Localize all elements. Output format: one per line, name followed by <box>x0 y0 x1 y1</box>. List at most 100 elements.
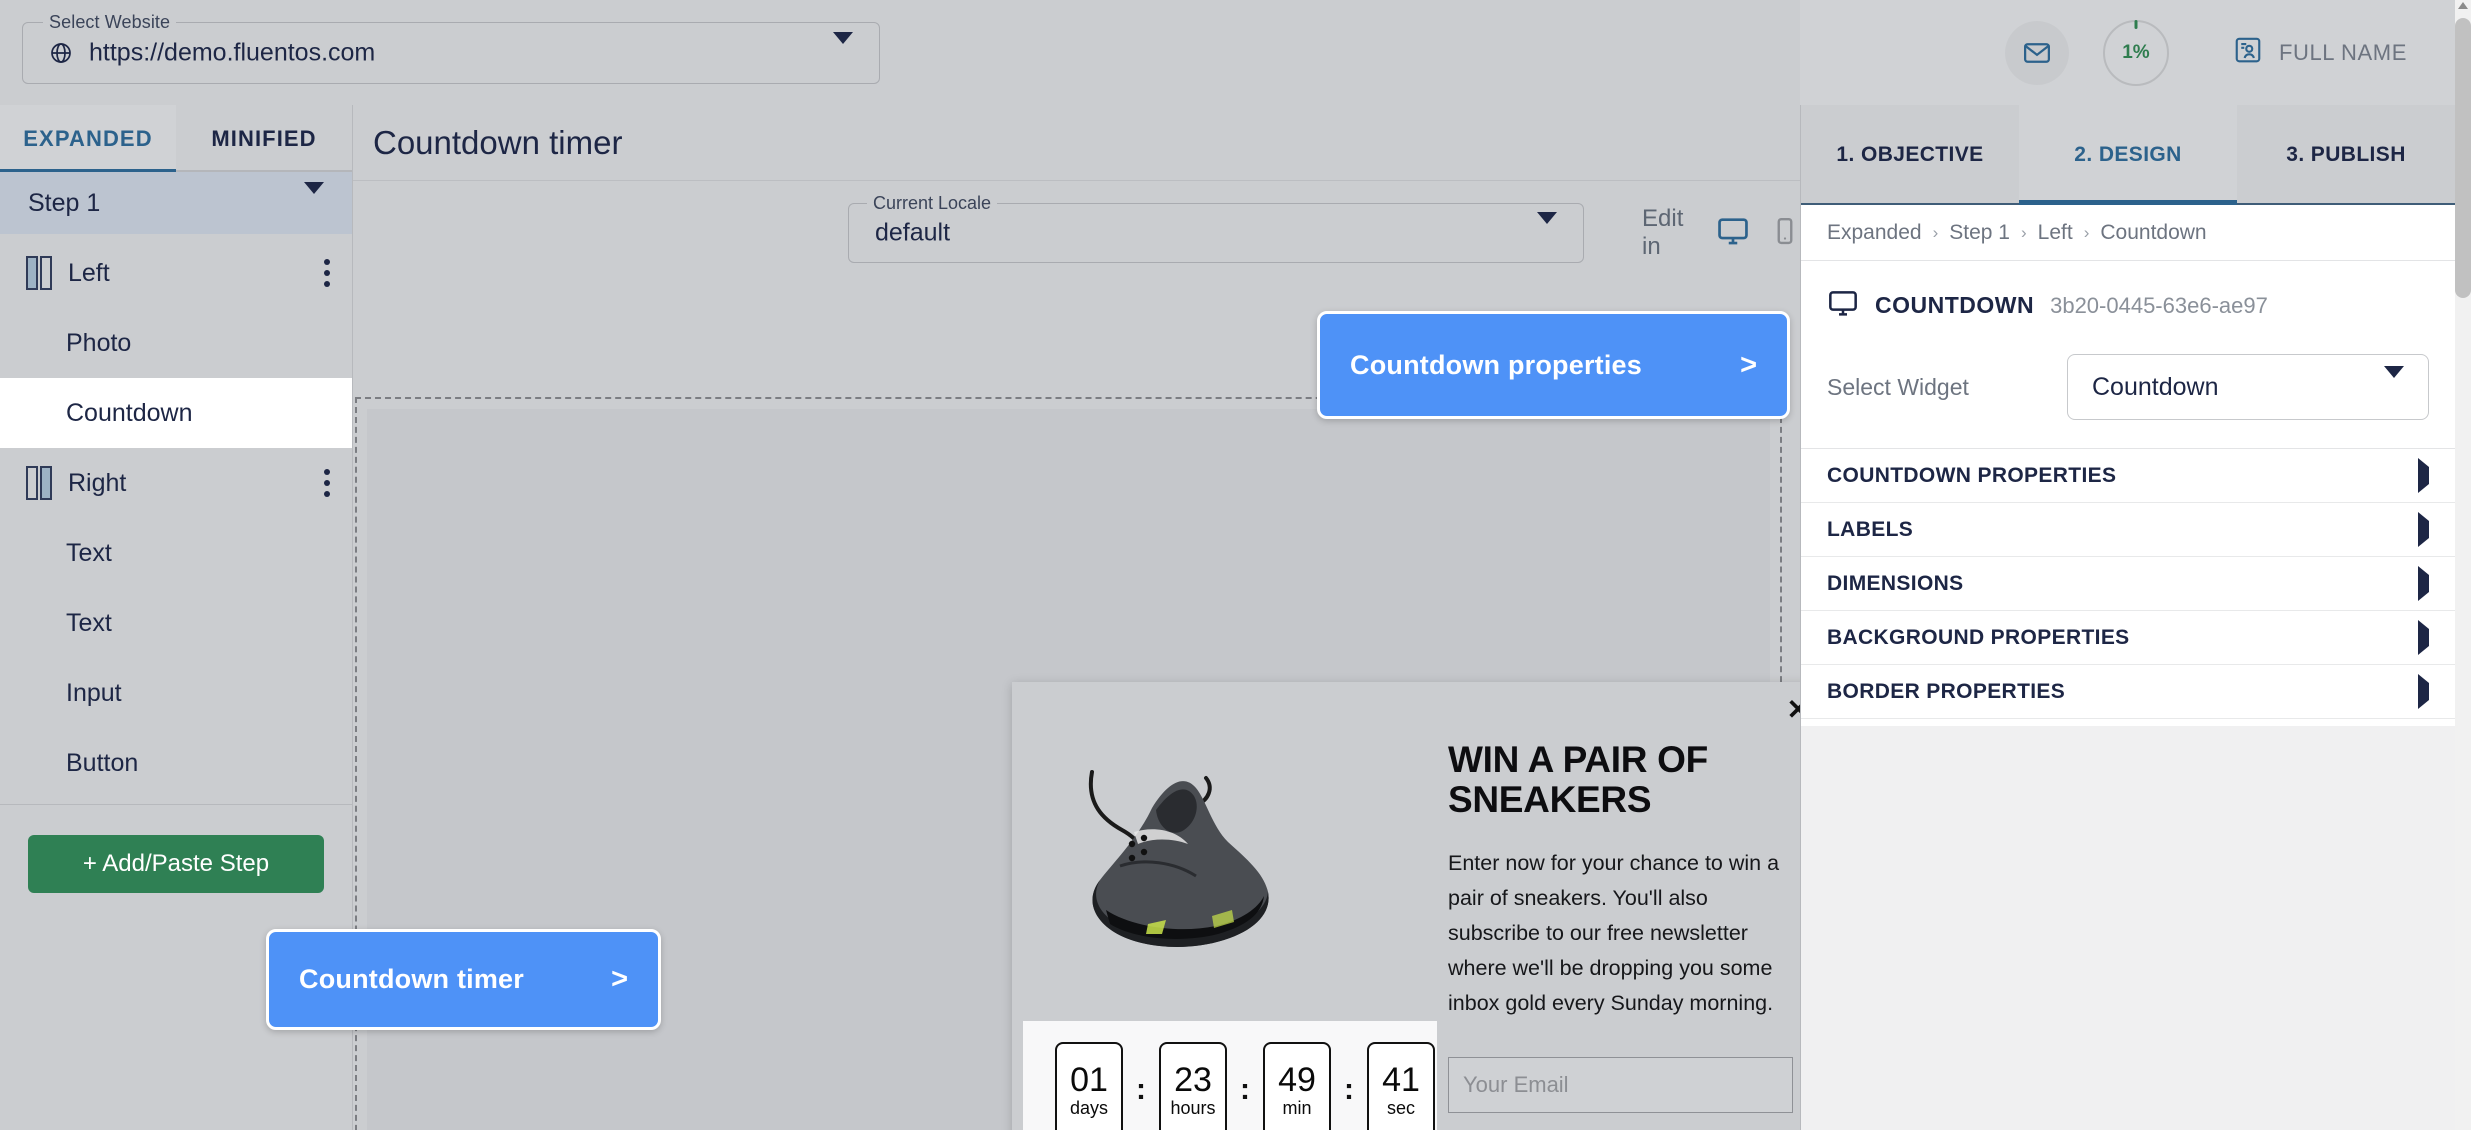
chevron-right-icon <box>2418 511 2429 547</box>
tab-publish[interactable]: 3. PUBLISH <box>2237 105 2455 205</box>
tree-item-label: Photo <box>66 328 132 357</box>
user-chip[interactable]: FULL NAME <box>2233 35 2407 70</box>
user-name: FULL NAME <box>2278 39 2407 65</box>
breadcrumb-item-left[interactable]: Left <box>2038 221 2073 245</box>
tab-expanded[interactable]: EXPANDED <box>0 105 176 172</box>
tree-item-label: Input <box>66 678 122 707</box>
tree-item-label: Right <box>68 468 127 497</box>
desktop-monitor-icon[interactable] <box>1716 214 1750 253</box>
wizard-tabs: 1. OBJECTIVE 2. DESIGN 3. PUBLISH <box>1801 105 2455 205</box>
chevron-down-icon <box>2384 366 2404 396</box>
desktop-monitor-icon <box>1827 287 1859 324</box>
chevron-right-icon <box>2418 565 2429 601</box>
countdown-label: days <box>1069 1098 1109 1118</box>
vertical-scrollbar[interactable] <box>2455 0 2471 1130</box>
tree-item-label: Text <box>66 538 112 567</box>
app-root: Select Website https://demo.fluentos.com… <box>0 0 2471 1130</box>
countdown-value: 23 <box>1174 1061 1212 1099</box>
breadcrumb-item-step[interactable]: Step 1 <box>1949 221 2010 245</box>
chevron-right-icon: > <box>1740 348 1757 381</box>
tab-minified[interactable]: MINIFIED <box>176 105 352 172</box>
accordion-border-properties[interactable]: BORDER PROPERTIES <box>1801 665 2455 719</box>
callout-label: Countdown timer <box>299 964 524 994</box>
breadcrumb-separator: › <box>2083 222 2090 242</box>
accordion-labels[interactable]: LABELS <box>1801 503 2455 557</box>
countdown-separator: : <box>1344 1073 1354 1106</box>
tree-item-label: Button <box>66 748 139 777</box>
chevron-right-icon <box>2418 619 2429 655</box>
user-card-icon <box>2233 35 2263 70</box>
widget-id: 3b20-0445-63e6-ae97 <box>2050 292 2268 318</box>
countdown-label: hours <box>1170 1098 1216 1118</box>
current-locale-select[interactable]: Current Locale default <box>848 193 1584 263</box>
tree-item-right[interactable]: Right <box>0 448 352 518</box>
current-locale-label: Current Locale <box>867 193 998 214</box>
sneaker-photo <box>1088 770 1269 947</box>
callout-countdown-properties[interactable]: Countdown properties > <box>1317 311 1790 419</box>
right-panel: 1. OBJECTIVE 2. DESIGN 3. PUBLISH Expand… <box>1800 105 2455 1130</box>
tab-objective[interactable]: 1. OBJECTIVE <box>1801 105 2019 205</box>
top-bar: Select Website https://demo.fluentos.com <box>0 0 1800 105</box>
mail-envelope-icon[interactable] <box>2005 21 2069 85</box>
breadcrumb-separator: › <box>1932 222 1939 242</box>
accordion-background-properties[interactable]: BACKGROUND PROPERTIES <box>1801 611 2455 665</box>
split-left-icon <box>26 256 52 290</box>
accordion-label: COUNTDOWN PROPERTIES <box>1827 463 2117 487</box>
tab-underline <box>0 169 176 172</box>
tree-item-text-2[interactable]: Text <box>0 588 352 658</box>
tree-item-button[interactable]: Button <box>0 728 352 798</box>
countdown-value: 01 <box>1070 1061 1108 1099</box>
widget-type-title: COUNTDOWN <box>1875 292 2035 318</box>
add-paste-step-button[interactable]: + Add/Paste Step <box>28 835 324 893</box>
countdown-label: sec <box>1386 1098 1415 1118</box>
scrollbar-thumb[interactable] <box>2455 18 2471 298</box>
email-field[interactable] <box>1448 1057 1793 1114</box>
tree-item-label: Text <box>66 608 112 637</box>
accordion-label: LABELS <box>1827 517 1914 541</box>
kebab-menu-icon[interactable] <box>324 259 330 287</box>
widget-header: COUNTDOWN 3b20-0445-63e6-ae97 <box>1801 261 2455 334</box>
tree-item-photo[interactable]: Photo <box>0 308 352 378</box>
breadcrumb-item-countdown[interactable]: Countdown <box>2100 221 2206 245</box>
accordion-label: BORDER PROPERTIES <box>1827 679 2066 703</box>
select-widget-dropdown[interactable]: Countdown <box>2067 354 2429 420</box>
tree-item-left[interactable]: Left <box>0 238 352 308</box>
scroll-up-arrow-icon[interactable] <box>2458 2 2468 9</box>
sidebar-divider <box>0 804 352 805</box>
right-panel-empty-space <box>1801 726 2455 1130</box>
countdown-cell-min: 49 min <box>1263 1042 1331 1130</box>
countdown-label: min <box>1282 1098 1312 1118</box>
progress-ring: 1% <box>2102 19 2169 86</box>
tab-design[interactable]: 2. DESIGN <box>2019 105 2237 205</box>
accordion-dimensions[interactable]: DIMENSIONS <box>1801 557 2455 611</box>
tree-item-countdown[interactable]: Countdown <box>0 378 352 448</box>
select-widget-row: Select Widget Countdown <box>1801 334 2455 448</box>
accordion-countdown-properties[interactable]: COUNTDOWN PROPERTIES <box>1801 449 2455 503</box>
locale-bar: Current Locale default Edit in <box>353 181 1800 285</box>
callout-countdown-timer[interactable]: Countdown timer > <box>266 929 661 1030</box>
header-actions: 1% FULL NAME <box>1800 0 2455 105</box>
sidebar-tabs: EXPANDED MINIFIED <box>0 105 352 172</box>
countdown-widget[interactable]: 01 days : 23 hours : 49 min : 41 sec <box>1023 1021 1437 1130</box>
layer-tree: Left Photo Countdown Right Text Text Inp… <box>0 234 352 798</box>
countdown-separator: : <box>1240 1073 1250 1106</box>
tree-item-input[interactable]: Input <box>0 658 352 728</box>
edit-in-group: Edit in <box>1642 205 1800 261</box>
kebab-menu-icon[interactable] <box>324 469 330 497</box>
popup-heading: WIN A PAIR OF SNEAKERS <box>1448 739 1708 820</box>
breadcrumb-item-expanded[interactable]: Expanded <box>1827 221 1922 245</box>
mobile-phone-icon[interactable] <box>1770 216 1800 251</box>
countdown-cell-hours: 23 hours <box>1159 1042 1227 1130</box>
step-selector[interactable]: Step 1 <box>0 172 352 234</box>
website-select[interactable]: Select Website https://demo.fluentos.com <box>22 12 880 84</box>
callout-label: Countdown properties <box>1350 349 1642 380</box>
popup-body-text: Enter now for your chance to win a pair … <box>1448 850 1780 1016</box>
tree-item-text-1[interactable]: Text <box>0 518 352 588</box>
countdown-separator: : <box>1136 1073 1146 1106</box>
tree-item-label: Countdown <box>66 398 193 427</box>
countdown-cell-days: 01 days <box>1055 1042 1123 1130</box>
website-select-value: https://demo.fluentos.com <box>89 38 376 67</box>
progress-percent: 1% <box>2122 41 2150 63</box>
accordion-label: DIMENSIONS <box>1827 571 1964 595</box>
countdown-value: 41 <box>1382 1061 1420 1099</box>
